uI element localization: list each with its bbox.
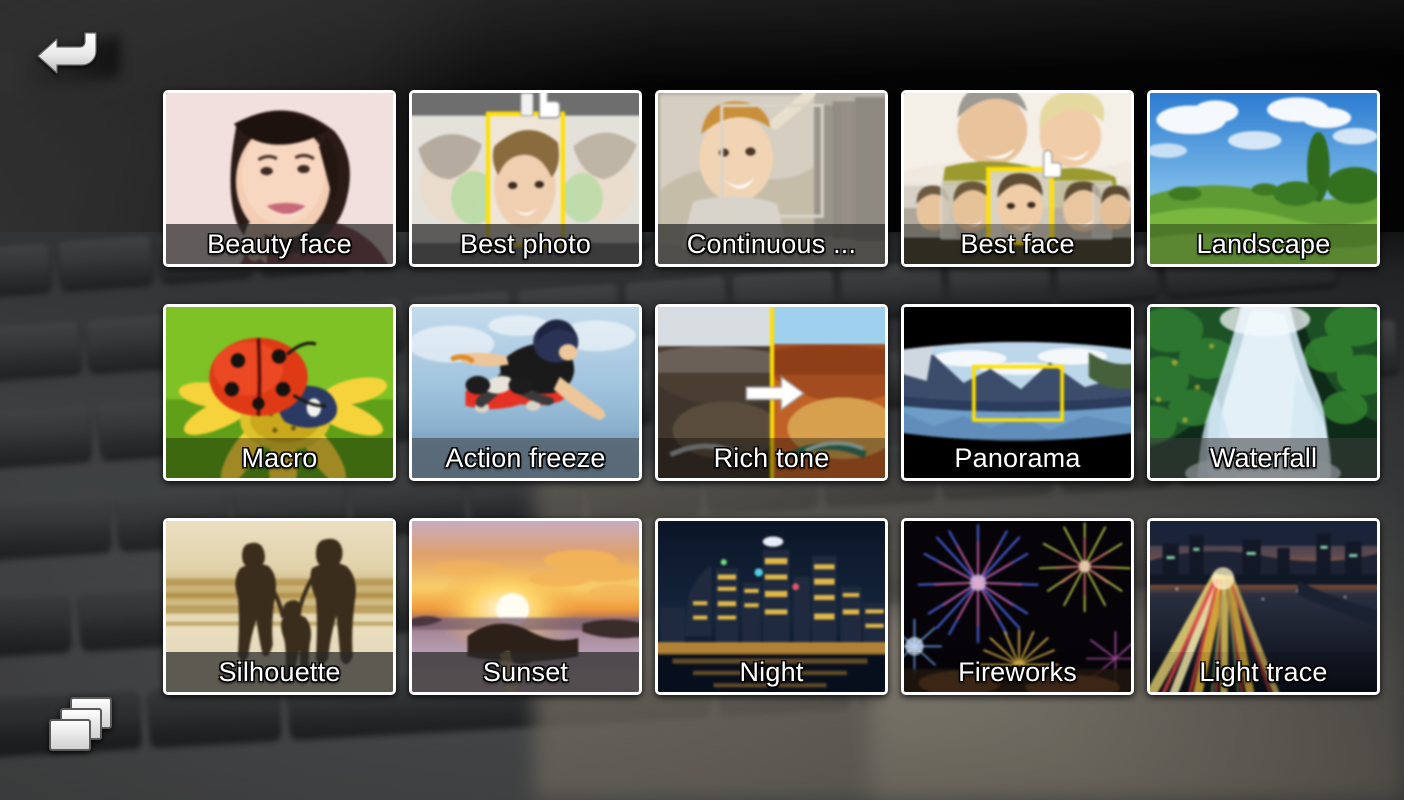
mode-tile-label: Rich tone: [658, 438, 885, 478]
mode-tile-label: Action freeze: [412, 438, 639, 478]
mode-tile-label: Landscape: [1150, 224, 1377, 264]
mode-tile-beauty-face[interactable]: Beauty face: [163, 90, 396, 267]
mode-tile-continuous[interactable]: Continuous ...: [655, 90, 888, 267]
mode-tile-light-trace[interactable]: Light trace: [1147, 518, 1380, 695]
mode-tile-landscape[interactable]: Landscape: [1147, 90, 1380, 267]
mode-tile-label: Night: [658, 652, 885, 692]
mode-tile-label: Beauty face: [166, 224, 393, 264]
mode-tile-panorama[interactable]: Panorama: [901, 304, 1134, 481]
mode-tile-label: Panorama: [904, 438, 1131, 478]
mode-tile-label: Light trace: [1150, 652, 1377, 692]
back-arrow-icon: [35, 25, 101, 77]
mode-tile-label: Fireworks: [904, 652, 1131, 692]
mode-tile-label: Continuous ...: [658, 224, 885, 264]
mode-tile-label: Macro: [166, 438, 393, 478]
mode-tile-waterfall[interactable]: Waterfall: [1147, 304, 1380, 481]
mode-tile-label: Sunset: [412, 652, 639, 692]
mode-tile-label: Best photo: [412, 224, 639, 264]
back-button[interactable]: [32, 22, 104, 80]
shooting-mode-grid: Beauty face Best photo Continuous ... Be…: [163, 90, 1380, 695]
mode-stack-icon: [44, 694, 118, 762]
mode-tile-fireworks[interactable]: Fireworks: [901, 518, 1134, 695]
mode-tile-silhouette[interactable]: Silhouette: [163, 518, 396, 695]
mode-stack-button[interactable]: [44, 694, 118, 764]
mode-tile-label: Waterfall: [1150, 438, 1377, 478]
shooting-mode-screen: Beauty face Best photo Continuous ... Be…: [0, 0, 1404, 800]
mode-tile-best-face[interactable]: Best face: [901, 90, 1134, 267]
mode-tile-label: Best face: [904, 224, 1131, 264]
mode-tile-night[interactable]: Night: [655, 518, 888, 695]
mode-tile-best-photo[interactable]: Best photo: [409, 90, 642, 267]
mode-tile-label: Silhouette: [166, 652, 393, 692]
mode-tile-rich-tone[interactable]: Rich tone: [655, 304, 888, 481]
mode-tile-sunset[interactable]: Sunset: [409, 518, 642, 695]
mode-tile-macro[interactable]: Macro: [163, 304, 396, 481]
mode-tile-action-freeze[interactable]: Action freeze: [409, 304, 642, 481]
